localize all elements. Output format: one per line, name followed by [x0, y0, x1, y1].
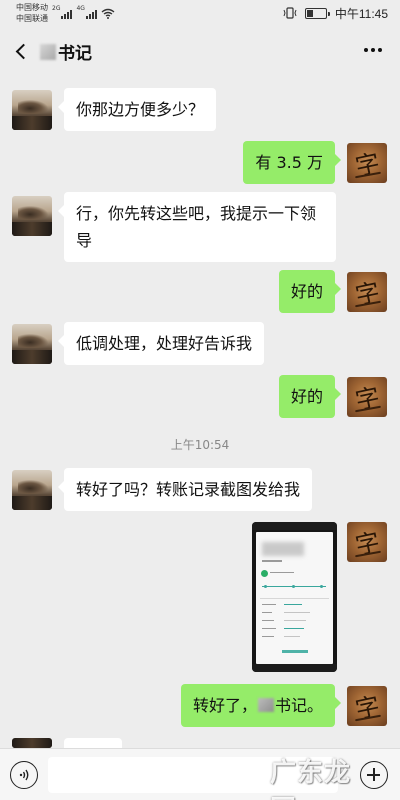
image-status-bar [252, 522, 337, 530]
image-screenshot [256, 532, 333, 664]
message-text: 低调处理，处理好告诉我 [76, 334, 253, 353]
network-type-2: 4G [76, 5, 85, 12]
clock: 中午11:45 [334, 6, 388, 21]
message-input[interactable] [48, 757, 338, 793]
wifi-icon [101, 8, 115, 19]
avatar-glyph: 字 [352, 277, 383, 311]
avatar-glyph: 字 [352, 691, 383, 725]
avatar[interactable]: 字 [347, 522, 387, 562]
battery-icon [304, 7, 330, 19]
voice-icon [19, 769, 29, 781]
message-bubble-incoming[interactable]: 行，你先转这些吧，我提示一下领 导 [58, 192, 336, 262]
message-text-prefix: 转好了， [192, 696, 257, 715]
message-bubble-outgoing[interactable]: 好的 [278, 270, 342, 313]
network-type-1: 2G [52, 5, 61, 12]
chat-title: 书记 [40, 39, 92, 64]
message-bubble-outgoing[interactable]: 好的 [278, 375, 342, 418]
voice-button[interactable] [10, 761, 38, 789]
avatar[interactable]: 字 [347, 272, 387, 312]
redacted-name-blur [40, 43, 56, 60]
message-bubble-incoming[interactable]: 低调处理，处理好告诉我 [57, 322, 265, 365]
avatar[interactable]: 字 [347, 143, 387, 183]
signal-icon [85, 8, 97, 19]
avatar[interactable] [12, 196, 52, 236]
time-separator: 上午10:54 [170, 438, 230, 452]
avatar-glyph: 字 [352, 382, 383, 416]
vibrate-icon [283, 7, 297, 19]
status-right: 中午11:45 [283, 6, 388, 21]
avatar[interactable] [12, 738, 52, 748]
plus-icon[interactable] [360, 761, 388, 789]
chat-header: 书记 [0, 28, 400, 74]
carrier-label-2: 中国联通 [16, 14, 48, 23]
message-text-line-2: 导 [76, 231, 93, 250]
image-nav-bar [252, 664, 337, 672]
battery-fill [306, 9, 313, 17]
ellipsis-icon [364, 48, 368, 52]
message-text: 有 3.5 万 [255, 153, 323, 172]
message-text-suffix: 书记。 [274, 696, 323, 715]
carrier-label-1: 中国移动 [16, 3, 48, 12]
message-text: 好的 [290, 387, 323, 406]
avatar[interactable] [12, 90, 52, 130]
image-button [282, 650, 308, 653]
message-bubble-outgoing[interactable]: 有 3.5 万 [243, 141, 341, 184]
back-button[interactable] [12, 38, 31, 64]
chevron-left-icon [15, 43, 31, 59]
chat-title-text: 书记 [58, 44, 92, 64]
signal-icon [61, 8, 73, 19]
message-text: 转好了吗？转账记录截图发给我 [76, 480, 301, 499]
message-text: 好的 [290, 282, 323, 301]
avatar[interactable] [12, 324, 52, 364]
avatar-glyph: 字 [352, 527, 383, 561]
avatar[interactable]: 字 [347, 377, 387, 417]
more-button[interactable] [364, 48, 382, 52]
signal-group: 2G 4G [52, 5, 115, 19]
input-bar [0, 748, 400, 800]
message-bubble-incoming[interactable]: 转好了吗？转账记录截图发给我 [57, 468, 313, 511]
message-bubble-outgoing[interactable]: 转好了， 书记。 [180, 684, 342, 727]
redacted-name-blur [257, 698, 274, 712]
avatar-glyph: 字 [352, 148, 383, 182]
status-bar: 中国移动 中国联通 2G 4G 中午11:45 [0, 0, 400, 28]
image-message[interactable] [252, 522, 337, 672]
message-bubble-incoming[interactable] [58, 738, 122, 763]
message-text-line-1: 行，你先转这些吧，我提示一下领 [76, 204, 317, 223]
avatar[interactable] [12, 470, 52, 510]
message-bubble-incoming[interactable]: 你那边方便多少？ [57, 88, 217, 131]
bank-logo-icon [261, 570, 268, 577]
message-text: 你那边方便多少？ [76, 100, 205, 119]
image-blurred-header [262, 542, 304, 556]
avatar[interactable]: 字 [347, 686, 387, 726]
